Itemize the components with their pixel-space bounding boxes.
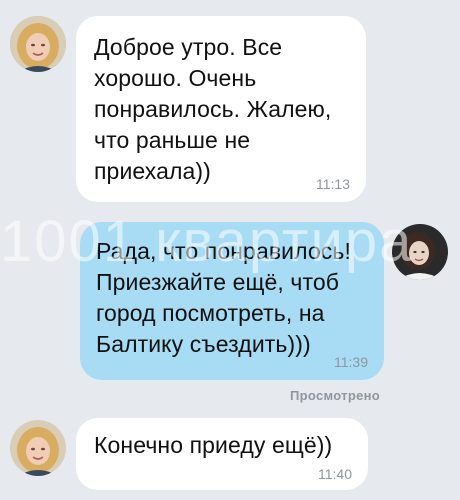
message-timestamp: 11:13 [316, 176, 350, 192]
message-bubble-incoming[interactable]: Конечно приеду ещё)) 11:40 [76, 418, 368, 490]
message-bubble-outgoing[interactable]: Рада, что понравилось! Приезжайте ещё, ч… [80, 222, 384, 380]
message-timestamp: 11:40 [318, 466, 352, 482]
message-timestamp: 11:39 [334, 354, 368, 370]
contact-avatar[interactable] [10, 420, 66, 476]
chat-thread: Доброе утро. Все хорошо. Очень понравило… [0, 0, 460, 500]
message-text: Конечно приеду ещё)) [94, 432, 333, 458]
message-text: Рада, что понравилось! Приезжайте ещё, ч… [96, 238, 351, 357]
user-photo-icon [10, 420, 66, 476]
user-photo-icon [392, 224, 448, 280]
own-avatar[interactable] [392, 224, 448, 280]
user-photo-icon [10, 16, 66, 72]
contact-avatar[interactable] [10, 16, 66, 72]
message-bubble-incoming[interactable]: Доброе утро. Все хорошо. Очень понравило… [76, 16, 366, 202]
read-receipt: Просмотрено [290, 388, 380, 403]
message-text: Доброе утро. Все хорошо. Очень понравило… [94, 34, 332, 184]
